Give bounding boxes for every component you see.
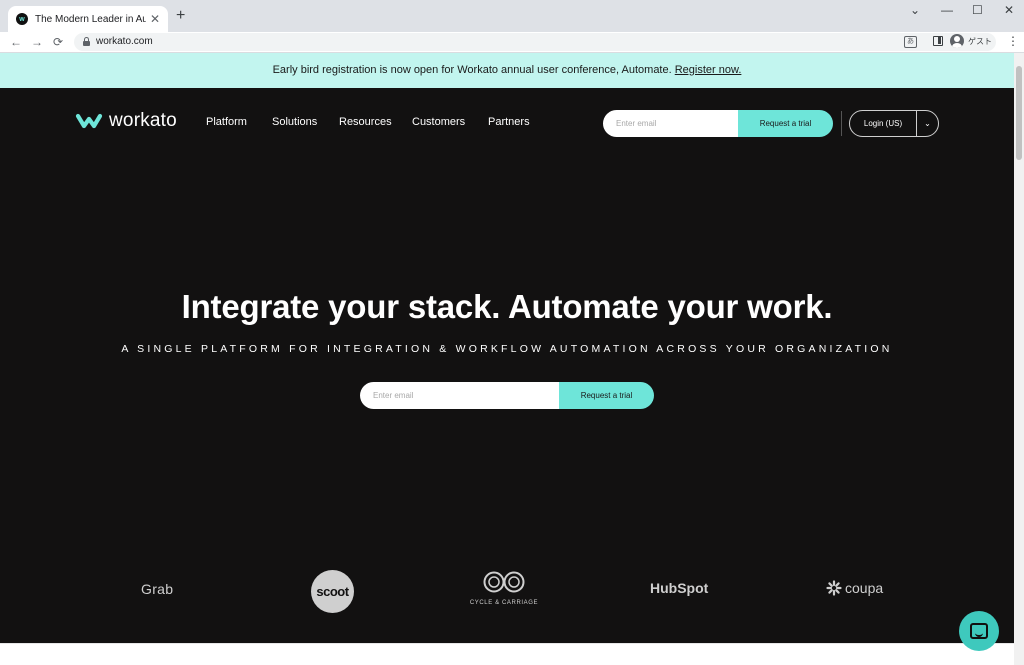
hero-subtitle: A SINGLE PLATFORM FOR INTEGRATION & WORK… [121,343,893,355]
back-icon[interactable]: ← [10,35,22,49]
hero-email-input[interactable] [360,382,559,409]
new-tab-button[interactable]: + [176,8,185,24]
header-request-trial-button[interactable]: Request a trial [738,110,833,137]
chevron-down-icon[interactable]: ⌄ [917,119,938,128]
nav-solutions[interactable]: Solutions [272,116,317,128]
translate-icon[interactable]: あ [904,36,917,48]
tab-title: The Modern Leader in Automation [35,13,146,25]
reload-icon[interactable]: ⟳ [53,35,63,49]
next-section-strip [0,643,1014,665]
announcement-banner: Early bird registration is now open for … [0,53,1014,88]
tab-search-icon[interactable]: ⌄ [910,4,920,16]
profile-avatar-icon [950,34,964,48]
header-trial-form: Request a trial [603,110,833,137]
hero-title: Integrate your stack. Automate your work… [181,288,833,325]
browser-tab[interactable]: w The Modern Leader in Automation ✕ [8,6,168,32]
register-link[interactable]: Register now. [675,64,742,76]
cycle-carriage-logo: CYCLE & CARRIAGE [466,571,542,606]
chat-button[interactable] [959,611,999,651]
header-email-input[interactable] [603,110,738,137]
hubspot-logo: HubSpot [650,580,709,596]
nav-resources[interactable]: Resources [339,116,392,128]
profile-button[interactable]: ゲスト [950,34,992,48]
tab-close-icon[interactable]: ✕ [150,13,160,25]
browser-toolbar: ← → ⟳ workato.com あ [0,32,1024,53]
cycle-carriage-text: CYCLE & CARRIAGE [469,600,539,606]
login-button[interactable]: Login (US) ⌄ [849,110,939,137]
window-close-icon[interactable]: ✕ [1004,4,1014,16]
nav-partners[interactable]: Partners [488,116,530,128]
coupa-logo: coupa [826,580,883,596]
grab-logo: Grab [141,581,174,597]
workato-logo-icon [75,113,103,129]
nav-platform[interactable]: Platform [206,116,247,128]
scrollbar-thumb[interactable] [1016,66,1022,160]
hero-request-trial-button[interactable]: Request a trial [559,382,654,409]
browser-tab-strip: w The Modern Leader in Automation ✕ + ⌄ … [0,0,1024,32]
workato-logo[interactable]: workato [75,110,177,132]
hero-trial-form: Request a trial [360,382,654,409]
side-panel-icon[interactable] [933,36,943,46]
chat-bubble-icon [970,623,988,639]
page-viewport: Early bird registration is now open for … [0,53,1014,643]
address-bar[interactable]: workato.com あ [74,33,996,51]
workato-favicon-icon: w [16,13,28,25]
lock-icon[interactable] [83,37,90,46]
profile-label: ゲスト [968,36,992,46]
header-divider [841,111,842,136]
login-label[interactable]: Login (US) [850,119,916,128]
cycle-carriage-wheels-icon [483,571,525,593]
announcement-text: Early bird registration is now open for … [272,64,672,76]
scoot-logo: scoot [311,570,354,613]
page-scrollbar[interactable] [1014,53,1024,665]
logo-text: workato [109,110,177,131]
minimize-icon[interactable]: — [941,4,953,16]
nav-customers[interactable]: Customers [412,116,465,128]
browser-menu-icon[interactable]: ⋮ [1007,35,1019,47]
url-text[interactable]: workato.com [96,36,153,47]
forward-icon[interactable]: → [31,35,43,49]
maximize-icon[interactable]: ☐ [972,4,983,16]
coupa-text: coupa [845,580,884,596]
coupa-burst-icon [826,580,842,596]
